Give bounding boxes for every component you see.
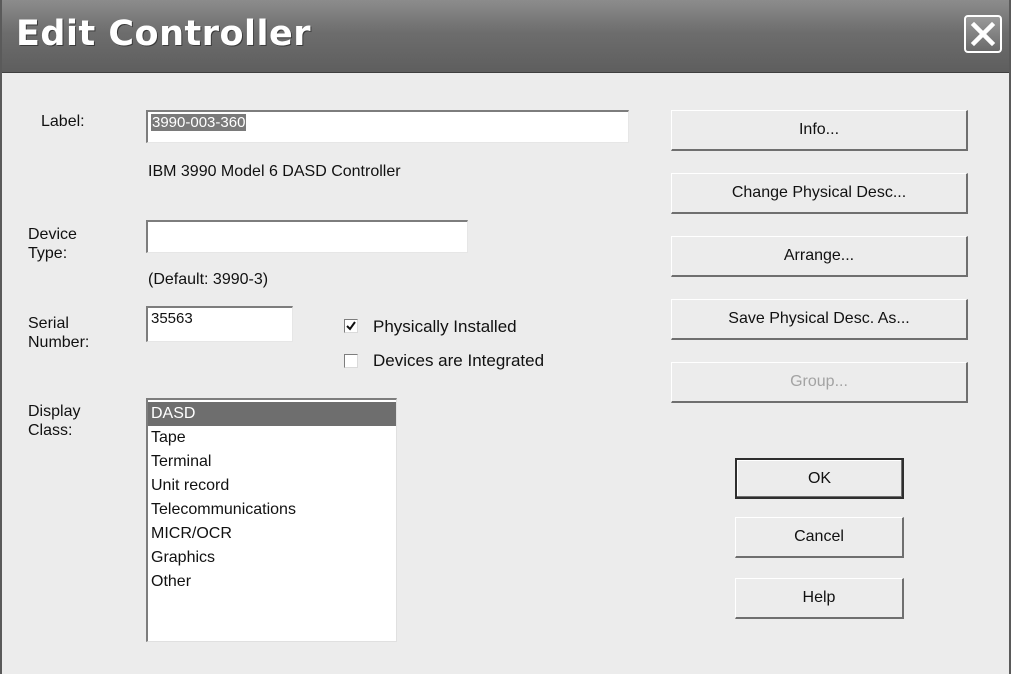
serial-number-input-value: 35563 <box>151 310 193 327</box>
list-item-micr-ocr[interactable]: MICR/OCR <box>148 522 396 546</box>
serial-number-caption-line1: Serial <box>28 315 69 332</box>
serial-number-caption-line2: Number: <box>28 334 90 351</box>
close-icon <box>970 21 996 47</box>
title-bar[interactable]: Edit Controller <box>2 0 1009 73</box>
label-input-value: 3990-003-360 <box>151 114 247 131</box>
info-button[interactable]: Info... <box>671 110 968 151</box>
label-input[interactable]: 3990-003-360 <box>146 110 629 143</box>
arrange-button[interactable]: Arrange... <box>671 236 968 277</box>
devices-integrated-checkbox[interactable] <box>344 354 358 368</box>
device-type-input[interactable] <box>146 220 468 253</box>
dialog-title: Edit Controller <box>16 14 312 54</box>
physically-installed-checkbox[interactable] <box>344 319 358 333</box>
help-button[interactable]: Help <box>735 578 904 619</box>
controller-description: IBM 3990 Model 6 DASD Controller <box>148 163 401 180</box>
list-item-dasd[interactable]: DASD <box>148 402 396 426</box>
change-physical-desc-button[interactable]: Change Physical Desc... <box>671 173 968 214</box>
list-item-terminal[interactable]: Terminal <box>148 450 396 474</box>
device-type-caption-line1: Device <box>28 226 77 243</box>
cancel-button[interactable]: Cancel <box>735 517 904 558</box>
edit-controller-dialog: Edit Controller Label: 3990-003-360 IBM … <box>0 0 1011 674</box>
list-item-graphics[interactable]: Graphics <box>148 546 396 570</box>
ok-button[interactable]: OK <box>735 458 904 499</box>
close-button[interactable] <box>964 15 1002 53</box>
list-item-unit-record[interactable]: Unit record <box>148 474 396 498</box>
device-type-caption-line2: Type: <box>28 245 68 262</box>
display-class-listbox[interactable]: DASD Tape Terminal Unit record Telecommu… <box>146 398 397 642</box>
list-item-other[interactable]: Other <box>148 570 396 594</box>
save-physical-desc-as-button[interactable]: Save Physical Desc. As... <box>671 299 968 340</box>
serial-number-input[interactable]: 35563 <box>146 306 293 342</box>
display-class-caption-line1: Display <box>28 403 81 420</box>
physically-installed-label[interactable]: Physically Installed <box>373 316 517 337</box>
device-type-default: (Default: 3990-3) <box>148 271 269 288</box>
label-caption: Label: <box>41 113 85 130</box>
devices-integrated-label[interactable]: Devices are Integrated <box>373 350 544 371</box>
dialog-body: Label: 3990-003-360 IBM 3990 Model 6 DAS… <box>2 73 1009 674</box>
display-class-caption-line2: Class: <box>28 422 73 439</box>
list-item-tape[interactable]: Tape <box>148 426 396 450</box>
group-button[interactable]: Group... <box>671 362 968 403</box>
check-icon <box>346 321 356 331</box>
list-item-telecommunications[interactable]: Telecommunications <box>148 498 396 522</box>
